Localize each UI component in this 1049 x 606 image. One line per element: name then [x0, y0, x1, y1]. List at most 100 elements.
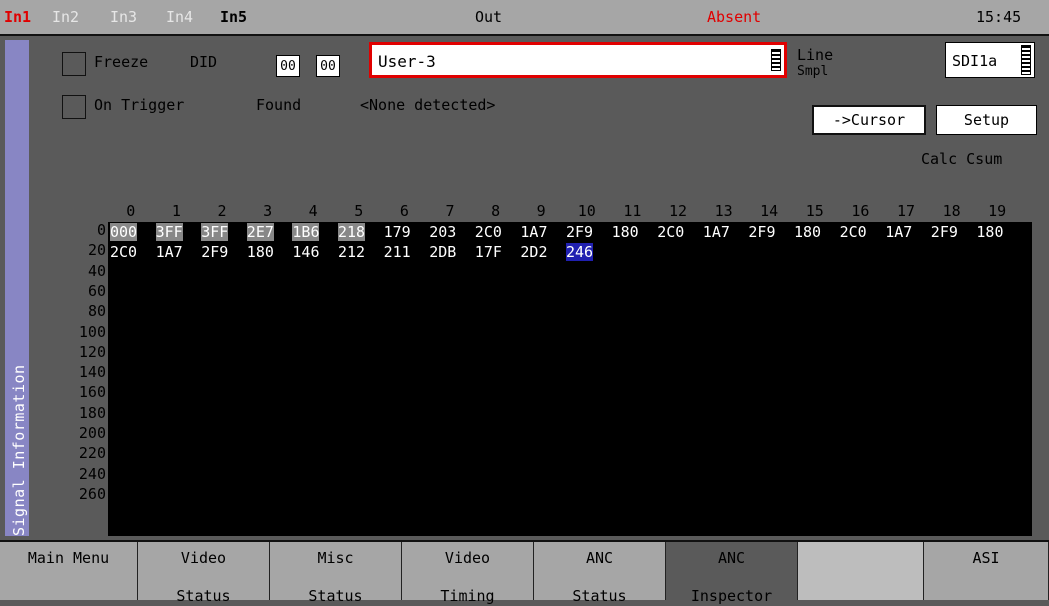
data-cell[interactable]: 000	[110, 223, 138, 241]
menu-item[interactable]: ANC Status	[534, 542, 666, 605]
column-header: 11	[623, 202, 642, 220]
column-header: 4	[308, 202, 318, 220]
anc-data-grid[interactable]: 000 3FF 3FF 2E7 1B6 218 179 203 2C0 1A7 2F9 180 2C0 1…	[108, 222, 1032, 536]
signal-status: Absent	[707, 8, 762, 26]
menu-item[interactable]: ANC Inspector	[666, 542, 798, 605]
data-cell[interactable]: 179	[383, 223, 411, 241]
data-cell[interactable]: 203	[429, 223, 457, 241]
sdid-field[interactable]: 00	[316, 55, 340, 77]
column-header: 2	[217, 202, 227, 220]
row-label: 180	[78, 403, 106, 422]
data-cell[interactable]: 180	[246, 243, 274, 262]
data-cell[interactable]: 2F9	[201, 243, 229, 262]
to-cursor-button[interactable]: ->Cursor	[812, 105, 926, 135]
data-cell[interactable]: 3FF	[201, 223, 229, 241]
column-header: 10	[577, 202, 596, 220]
row-label: 140	[78, 363, 106, 382]
menu-item[interactable]: Video Status	[138, 542, 270, 605]
menu-item-label: Main Menu	[27, 549, 110, 567]
menu-item[interactable]: ASI	[924, 542, 1049, 600]
freeze-label: Freeze	[94, 53, 149, 71]
setup-button[interactable]: Setup	[936, 105, 1037, 135]
input-tab-in2[interactable]: In2	[52, 8, 79, 26]
column-header: 7	[445, 202, 455, 220]
line-label: Line	[797, 46, 834, 64]
menu-item-label: Misc	[317, 549, 354, 567]
input-tab-in3[interactable]: In3	[110, 8, 137, 26]
menu-item[interactable]: Video Timing	[402, 542, 534, 605]
row-label: 60	[87, 281, 106, 300]
data-cell[interactable]: 2C0	[110, 243, 138, 262]
user-preset-value: User-3	[378, 52, 436, 71]
data-cell[interactable]: 1A7	[155, 243, 183, 262]
data-cell[interactable]: 180	[794, 223, 822, 241]
bottom-menu: Main Menu Video Status Misc Status Video Timin…	[0, 540, 1049, 605]
output-label: Out	[475, 8, 503, 26]
data-cell[interactable]: 211	[383, 243, 411, 262]
sdi-select[interactable]: SDI1a	[945, 42, 1035, 78]
smpl-label: Smpl	[797, 64, 829, 79]
data-cell[interactable]: 212	[338, 243, 366, 262]
data-cell[interactable]: 1A7	[885, 223, 913, 241]
did-label: DID	[190, 53, 218, 71]
row-label: 100	[78, 322, 106, 341]
menu-item-label: ANC	[717, 549, 746, 567]
data-cell[interactable]: 2F9	[748, 223, 776, 241]
found-value: <None detected>	[360, 96, 496, 114]
clock: 15:45	[976, 8, 1022, 26]
column-header: 14	[760, 202, 779, 220]
menu-item-sublabel: Status	[572, 587, 627, 605]
data-cell[interactable]: 17F	[474, 243, 502, 262]
sdi-value: SDI1a	[952, 52, 998, 70]
data-cell[interactable]: 2E7	[246, 223, 274, 241]
data-cell[interactable]: 1A7	[520, 223, 548, 241]
data-cell[interactable]: 3FF	[155, 223, 183, 241]
data-cell[interactable]: 1B6	[292, 223, 320, 241]
menu-item[interactable]	[798, 542, 924, 600]
menu-item[interactable]: Main Menu	[0, 542, 138, 600]
top-status-bar: In1 In2 In3 In4 In5 Out Absent 15:45	[0, 0, 1049, 36]
data-cell[interactable]: 2D2	[520, 243, 548, 262]
column-header: 3	[263, 202, 273, 220]
data-cell[interactable]: 2DB	[429, 243, 457, 262]
dropdown-icon[interactable]	[1021, 45, 1031, 75]
row-label: 200	[78, 424, 106, 442]
data-cell[interactable]: 180	[611, 223, 639, 241]
data-cell[interactable]: 1A7	[702, 223, 730, 241]
column-header: 5	[354, 202, 364, 220]
freeze-checkbox[interactable]	[62, 52, 86, 76]
data-cell[interactable]: 2C0	[839, 223, 867, 241]
row-label: 20	[87, 241, 106, 260]
column-header: 19	[988, 202, 1007, 220]
column-header: 0	[126, 202, 136, 220]
did-field[interactable]: 00	[276, 55, 300, 77]
row-label: 0	[96, 221, 106, 239]
column-header: 6	[399, 202, 409, 220]
data-cell[interactable]: 2F9	[930, 223, 958, 241]
user-preset-select[interactable]: User-3	[369, 42, 787, 78]
row-label: 80	[87, 302, 106, 321]
menu-item[interactable]: Misc Status	[270, 542, 402, 605]
data-cell[interactable]: 180	[976, 223, 1004, 241]
data-cell[interactable]: 2F9	[566, 223, 594, 241]
side-tab[interactable]: Signal Information	[5, 40, 29, 536]
input-tab-in4[interactable]: In4	[166, 8, 193, 26]
column-header: 16	[851, 202, 870, 220]
dropdown-icon[interactable]	[771, 49, 781, 71]
input-tab-in5[interactable]: In5	[220, 8, 247, 26]
on-trigger-checkbox[interactable]	[62, 95, 86, 119]
row-label: 120	[78, 342, 106, 361]
data-cell[interactable]: 2C0	[657, 223, 685, 241]
column-header: 17	[896, 202, 916, 220]
data-cell[interactable]: 218	[338, 223, 366, 241]
row-label: 40	[87, 261, 106, 280]
data-cell[interactable]: 2C0	[474, 223, 502, 241]
data-cell[interactable]: 246	[566, 243, 594, 262]
side-tab-label: Signal Information	[10, 364, 28, 536]
menu-item-label: Video	[444, 549, 491, 567]
data-cell[interactable]: 146	[292, 243, 320, 262]
row-label: 240	[78, 464, 106, 483]
column-header: 12	[668, 202, 688, 220]
input-tab-in1[interactable]: In1	[4, 8, 31, 26]
menu-item-sublabel: Status	[308, 587, 363, 605]
